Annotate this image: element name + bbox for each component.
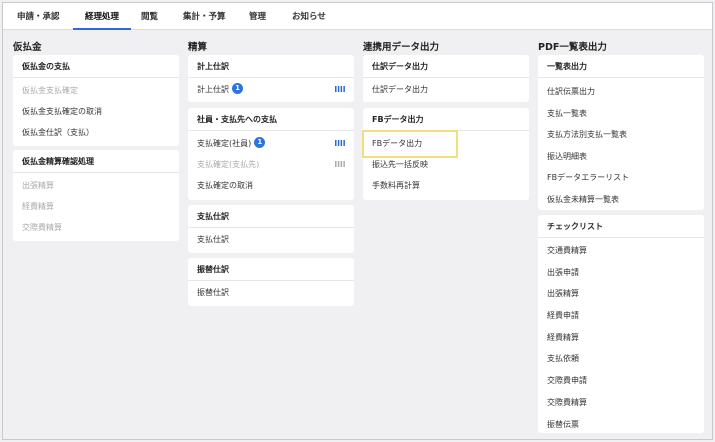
card-title: 仕訳データ出力: [363, 55, 529, 78]
menu-item-fb-data-error-list[interactable]: FBデータエラーリスト: [538, 167, 704, 189]
card-list-output: 一覧表出力 仕訳伝票出力 支払一覧表 支払方法別支払一覧表 振込明細表 FBデー…: [538, 55, 704, 210]
menu-item-advance-payment-journal[interactable]: 仮払金仕訳（支払）: [13, 122, 179, 143]
card-title: 仮払金精算確認処理: [13, 150, 179, 173]
menu-item-payment-confirm-employee[interactable]: 支払確定(社員) 1: [188, 133, 354, 154]
tab-browse[interactable]: 閲覧: [141, 3, 158, 30]
menu-item-advance-payment-confirm-cancel[interactable]: 仮払金支払確定の取消: [13, 101, 179, 122]
menu-item-advance-payment-confirm[interactable]: 仮払金支払確定: [13, 80, 179, 101]
menu-item-expense-settlement[interactable]: 経費精算: [13, 196, 179, 217]
card-title: 計上仕訳: [188, 55, 354, 78]
count-badge: 1: [232, 83, 243, 94]
menu-item-unsettled-advance-list[interactable]: 仮払金未精算一覧表: [538, 189, 704, 211]
menu-item-label: 支払確定(社員): [197, 139, 252, 148]
tab-summary-budget[interactable]: 集計・予算: [183, 3, 226, 30]
card-journal-data-output: 仕訳データ出力 仕訳データ出力: [363, 55, 529, 102]
menu-item-payment-request[interactable]: 支払依頼: [538, 348, 704, 370]
column-title-pdf-list-output: PDF一覧表出力: [538, 42, 607, 53]
card-title: チェックリスト: [538, 215, 704, 238]
card-title: 支払仕訳: [188, 205, 354, 228]
menu-item-transfer-journal[interactable]: 振替仕訳: [188, 282, 354, 303]
menu-item-entertainment-settlement[interactable]: 交際費精算: [13, 217, 179, 238]
tab-accounting[interactable]: 経理処理: [73, 3, 132, 30]
card-title: 振替仕訳: [188, 258, 354, 281]
menu-item-transport-settlement[interactable]: 交通費精算: [538, 240, 704, 262]
bars-icon: [335, 161, 345, 167]
menu-item-payment-journal[interactable]: 支払仕訳: [188, 229, 354, 250]
column-title-advance-payment: 仮払金: [13, 42, 42, 53]
card-title: 社員・支払先への支払: [188, 108, 354, 131]
menu-item-recalculate-fee[interactable]: 手数料再計算: [363, 175, 529, 196]
card-payment-journal: 支払仕訳 支払仕訳: [188, 205, 354, 253]
menu-item-journal-data-output[interactable]: 仕訳データ出力: [363, 79, 529, 100]
tab-admin[interactable]: 管理: [249, 3, 266, 30]
tab-application-approval[interactable]: 申請・承認: [17, 3, 60, 30]
menu-item-label: 支払確定(支払先): [197, 160, 260, 169]
menu-item-payment-confirm-supplier[interactable]: 支払確定(支払先): [188, 154, 354, 175]
menu-item-entertainment-request[interactable]: 交際費申請: [538, 370, 704, 392]
card-title: 仮払金の支払: [13, 55, 179, 78]
menu-item-business-trip-settlement[interactable]: 出張精算: [538, 283, 704, 305]
card-accrual-journal: 計上仕訳 計上仕訳 1: [188, 55, 354, 102]
focus-highlight: [362, 130, 458, 158]
menu-item-payment-list[interactable]: 支払一覧表: [538, 103, 704, 125]
card-payment-to-employees-suppliers: 社員・支払先への支払 支払確定(社員) 1 支払確定(支払先) 支払確定の取消: [188, 108, 354, 200]
count-badge: 1: [254, 137, 266, 148]
menu-item-journal-slip-output[interactable]: 仕訳伝票出力: [538, 81, 704, 103]
menu-item-business-trip-request[interactable]: 出張申請: [538, 262, 704, 284]
menu-item-payment-confirm-cancel[interactable]: 支払確定の取消: [188, 175, 354, 196]
card-title: FBデータ出力: [363, 108, 529, 131]
card-title: 一覧表出力: [538, 55, 704, 78]
menu-item-accrual-journal[interactable]: 計上仕訳 1: [188, 79, 354, 100]
menu-item-label: 計上仕訳: [197, 85, 229, 94]
card-advance-payment: 仮払金の支払 仮払金支払確定 仮払金支払確定の取消 仮払金仕訳（支払）: [13, 55, 179, 146]
card-checklist: チェックリスト 交通費精算 出張申請 出張精算 経費申請 経費精算 支払依頼 交…: [538, 215, 704, 433]
app-window: 申請・承認 経理処理 閲覧 集計・予算 管理 お知らせ 仮払金 仮払金の支払 仮…: [2, 2, 713, 440]
menu-item-expense-request[interactable]: 経費申請: [538, 305, 704, 327]
bars-icon: [335, 140, 345, 146]
menu-item-expense-settlement[interactable]: 経費精算: [538, 327, 704, 349]
bars-icon: [335, 86, 345, 92]
column-title-integration-data-output: 連携用データ出力: [363, 42, 440, 53]
menu-item-transfer-statement[interactable]: 振込明細表: [538, 146, 704, 168]
menu-item-transfer-slip[interactable]: 振替伝票: [538, 414, 704, 436]
card-transfer-journal: 振替仕訳 振替仕訳: [188, 258, 354, 306]
menu-item-entertainment-settlement[interactable]: 交際費精算: [538, 392, 704, 414]
tab-notices[interactable]: お知らせ: [292, 3, 326, 30]
card-advance-settlement-check: 仮払金精算確認処理 出張精算 経費精算 交際費精算: [13, 150, 179, 241]
menu-item-business-trip-settlement[interactable]: 出張精算: [13, 175, 179, 196]
menu-item-payment-list-by-method[interactable]: 支払方法別支払一覧表: [538, 124, 704, 146]
column-title-settlement: 精算: [188, 42, 208, 53]
top-navigation: 申請・承認 経理処理 閲覧 集計・予算 管理 お知らせ: [3, 3, 712, 30]
